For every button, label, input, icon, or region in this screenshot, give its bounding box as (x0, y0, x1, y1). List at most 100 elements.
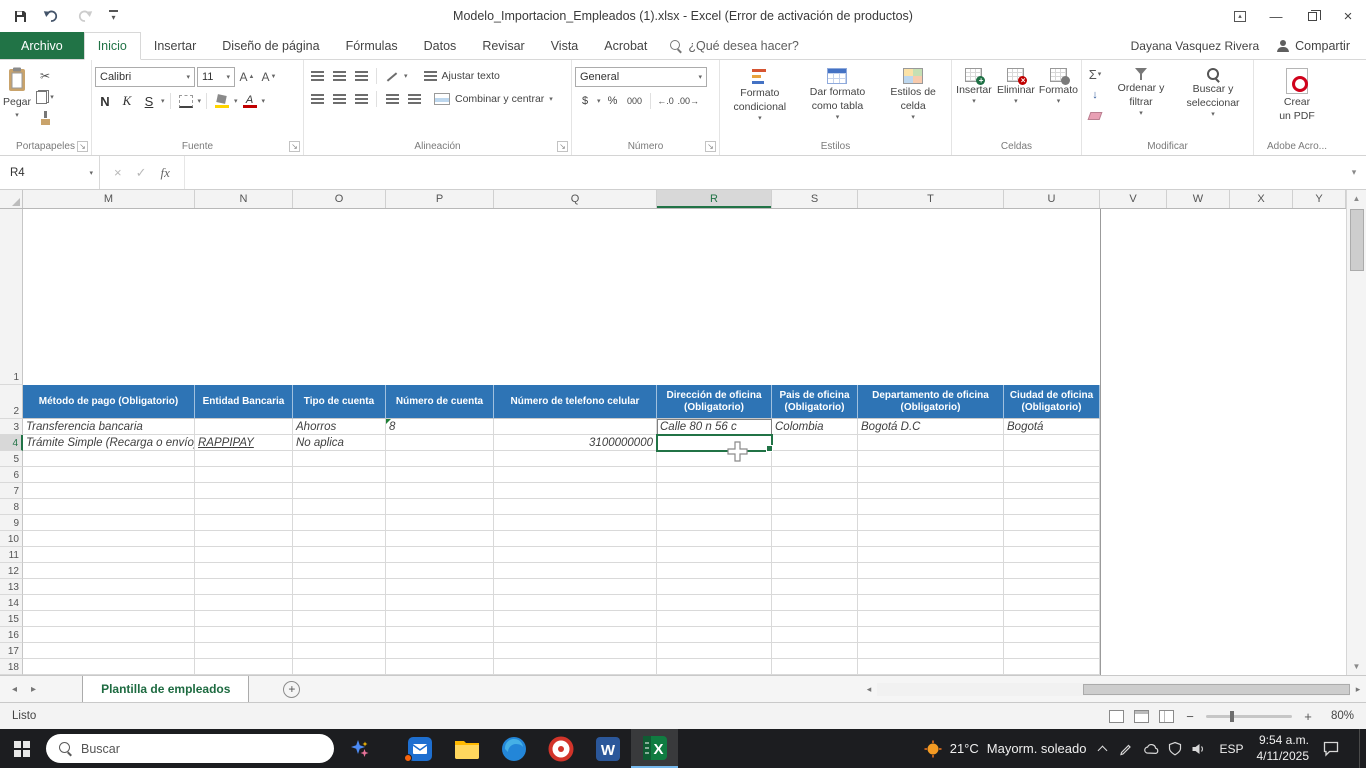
cell-R9[interactable] (657, 515, 772, 531)
cell-O5[interactable] (293, 451, 386, 467)
cut-button[interactable]: ✂ (35, 67, 55, 85)
cell-P8[interactable] (386, 499, 494, 515)
cell-T2[interactable]: Departamento de oficina (Obligatorio) (858, 385, 1004, 419)
cell-N10[interactable] (195, 531, 293, 547)
cell-R8[interactable] (657, 499, 772, 515)
align-bottom-button[interactable] (351, 67, 371, 85)
restore-button[interactable] (1294, 0, 1330, 32)
show-desktop-button[interactable] (1359, 729, 1364, 768)
cell-R11[interactable] (657, 547, 772, 563)
taskbar-app-mail[interactable] (396, 729, 443, 768)
cell-Q9[interactable] (494, 515, 657, 531)
cell-P7[interactable] (386, 483, 494, 499)
cell-O3[interactable]: Ahorros (293, 419, 386, 435)
borders-button[interactable] (176, 92, 196, 110)
cell-T7[interactable] (858, 483, 1004, 499)
column-header-M[interactable]: M (23, 190, 195, 208)
cell-Q12[interactable] (494, 563, 657, 579)
cell-M16[interactable] (23, 627, 195, 643)
cell-T11[interactable] (858, 547, 1004, 563)
align-center-button[interactable] (329, 90, 349, 108)
cell-P10[interactable] (386, 531, 494, 547)
cell-O13[interactable] (293, 579, 386, 595)
cell-P18[interactable] (386, 659, 494, 675)
cell-Q4[interactable]: 3100000000 (494, 435, 657, 451)
number-format-select[interactable]: General ▾ (575, 67, 707, 87)
zoom-slider[interactable] (1206, 710, 1292, 722)
cell-Q15[interactable] (494, 611, 657, 627)
cell-Q6[interactable] (494, 467, 657, 483)
cell-N9[interactable] (195, 515, 293, 531)
formula-input[interactable] (185, 156, 1342, 189)
increase-decimal-button[interactable]: ←.0 (656, 92, 676, 110)
cell-O17[interactable] (293, 643, 386, 659)
cell-O4[interactable]: No aplica (293, 435, 386, 451)
shield-tray-icon[interactable] (1168, 741, 1182, 756)
scroll-up-arrow[interactable]: ▲ (1347, 190, 1366, 207)
cell-U18[interactable] (1004, 659, 1100, 675)
currency-format-button[interactable]: $ (575, 92, 595, 110)
cell-P14[interactable] (386, 595, 494, 611)
cell-M13[interactable] (23, 579, 195, 595)
user-name[interactable]: Dayana Vasquez Rivera (1131, 32, 1260, 59)
cell-S5[interactable] (772, 451, 858, 467)
cell-U5[interactable] (1004, 451, 1100, 467)
row-header-10[interactable]: 10 (0, 531, 23, 547)
minimize-button[interactable]: — (1258, 0, 1294, 32)
conditional-formatting-button[interactable]: Formato condicional ▾ (723, 63, 797, 123)
cell-styles-button[interactable]: Estilos de celda ▾ (878, 63, 948, 122)
cell-M3[interactable]: Transferencia bancaria (23, 419, 195, 435)
cell-T18[interactable] (858, 659, 1004, 675)
taskbar-app-file-explorer[interactable] (443, 729, 490, 768)
zoom-slider-thumb[interactable] (1230, 710, 1235, 722)
cell-N18[interactable] (195, 659, 293, 675)
tab-vista[interactable]: Vista (538, 32, 592, 59)
cell-M18[interactable] (23, 659, 195, 675)
column-header-N[interactable]: N (195, 190, 293, 208)
paste-button[interactable]: Pegar ▾ (3, 63, 31, 119)
row-header-2[interactable]: 2 (0, 385, 23, 419)
align-top-button[interactable] (307, 67, 327, 85)
increase-font-button[interactable]: A ▲ (237, 68, 257, 86)
cell-T6[interactable] (858, 467, 1004, 483)
cell-R2[interactable]: Dirección de oficina (Obligatorio) (657, 385, 772, 419)
cell-O18[interactable] (293, 659, 386, 675)
clear-button[interactable] (1085, 107, 1105, 125)
create-pdf-button[interactable]: Crear un PDF (1267, 63, 1327, 122)
insert-cells-button[interactable]: + Insertar ▾ (955, 63, 993, 106)
cell-P13[interactable] (386, 579, 494, 595)
insert-function-button[interactable]: fx (161, 165, 170, 181)
cell-N14[interactable] (195, 595, 293, 611)
column-header-U[interactable]: U (1004, 190, 1100, 208)
column-header-Q[interactable]: Q (494, 190, 657, 208)
format-cells-button[interactable]: Formato ▾ (1039, 63, 1078, 106)
zoom-level[interactable]: 80% (1324, 710, 1354, 722)
italic-button[interactable]: K (117, 92, 137, 110)
horizontal-scroll-thumb[interactable] (1083, 683, 1350, 695)
cell-U15[interactable] (1004, 611, 1100, 627)
normal-view-button[interactable] (1109, 709, 1124, 723)
tab-inicio[interactable]: Inicio (83, 32, 141, 60)
cell-M10[interactable] (23, 531, 195, 547)
bold-button[interactable]: N (95, 92, 115, 110)
align-right-button[interactable] (351, 90, 371, 108)
font-dialog-launcher[interactable]: ↘ (289, 141, 300, 152)
cell-P12[interactable] (386, 563, 494, 579)
cell-S16[interactable] (772, 627, 858, 643)
zoom-in-button[interactable]: + (1302, 709, 1314, 724)
decrease-font-button[interactable]: A ▼ (259, 68, 279, 86)
cell-P9[interactable] (386, 515, 494, 531)
font-name-select[interactable]: Calibri ▾ (95, 67, 195, 87)
cell-R12[interactable] (657, 563, 772, 579)
cell-S4[interactable] (772, 435, 858, 451)
volume-tray-icon[interactable] (1191, 742, 1206, 756)
tab-archivo[interactable]: Archivo (0, 32, 84, 59)
row-header-18[interactable]: 18 (0, 659, 23, 675)
cell-O10[interactable] (293, 531, 386, 547)
cell-R17[interactable] (657, 643, 772, 659)
cell-U8[interactable] (1004, 499, 1100, 515)
cell-T8[interactable] (858, 499, 1004, 515)
cell-O9[interactable] (293, 515, 386, 531)
decrease-decimal-button[interactable]: .00→ (678, 92, 700, 110)
format-as-table-button[interactable]: Dar formato como tabla ▾ (801, 63, 875, 122)
